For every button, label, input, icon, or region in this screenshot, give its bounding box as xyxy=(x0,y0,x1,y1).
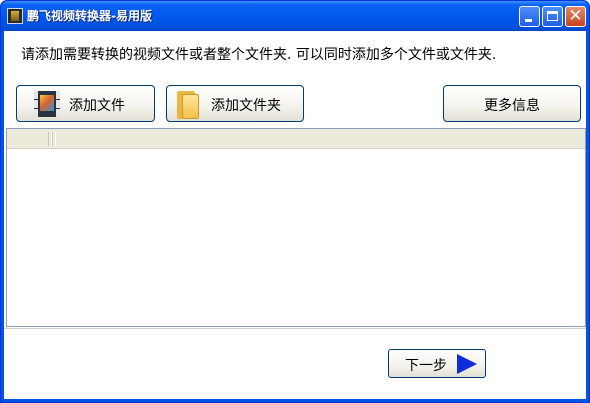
footer-divider xyxy=(4,328,586,329)
next-button[interactable]: 下一步 xyxy=(388,349,486,378)
window-title: 鹏飞视频转换器-易用版 xyxy=(27,9,152,23)
column-divider[interactable] xyxy=(52,132,56,146)
title-bar[interactable]: 鹏飞视频转换器-易用版 ✕ xyxy=(1,1,589,31)
add-folder-label: 添加文件夹 xyxy=(211,98,281,114)
next-label: 下一步 xyxy=(405,358,447,374)
folder-icon xyxy=(177,91,199,119)
maximize-icon xyxy=(547,11,558,21)
close-icon: ✕ xyxy=(568,6,583,26)
close-button[interactable]: ✕ xyxy=(565,6,586,27)
film-reel-icon[interactable] xyxy=(7,8,23,24)
more-info-button[interactable]: 更多信息 xyxy=(443,85,581,122)
app-window: 鹏飞视频转换器-易用版 ✕ 请添加需要转换的视频文件或者整个文件夹. 可以同时添… xyxy=(0,0,590,403)
client-area: 请添加需要转换的视频文件或者整个文件夹. 可以同时添加多个文件或文件夹. 添加文… xyxy=(4,31,586,399)
minimize-button[interactable] xyxy=(519,6,540,27)
play-arrow-icon xyxy=(457,354,477,374)
add-file-button[interactable]: 添加文件 xyxy=(16,85,155,122)
file-list[interactable] xyxy=(6,128,586,327)
add-file-label: 添加文件 xyxy=(69,98,125,114)
more-info-label: 更多信息 xyxy=(484,98,540,114)
minimize-icon xyxy=(525,19,532,22)
file-list-header[interactable] xyxy=(7,129,585,149)
maximize-button[interactable] xyxy=(542,6,563,27)
film-icon xyxy=(34,91,60,117)
instruction-text: 请添加需要转换的视频文件或者整个文件夹. 可以同时添加多个文件或文件夹. xyxy=(21,47,497,63)
add-folder-button[interactable]: 添加文件夹 xyxy=(166,85,304,122)
